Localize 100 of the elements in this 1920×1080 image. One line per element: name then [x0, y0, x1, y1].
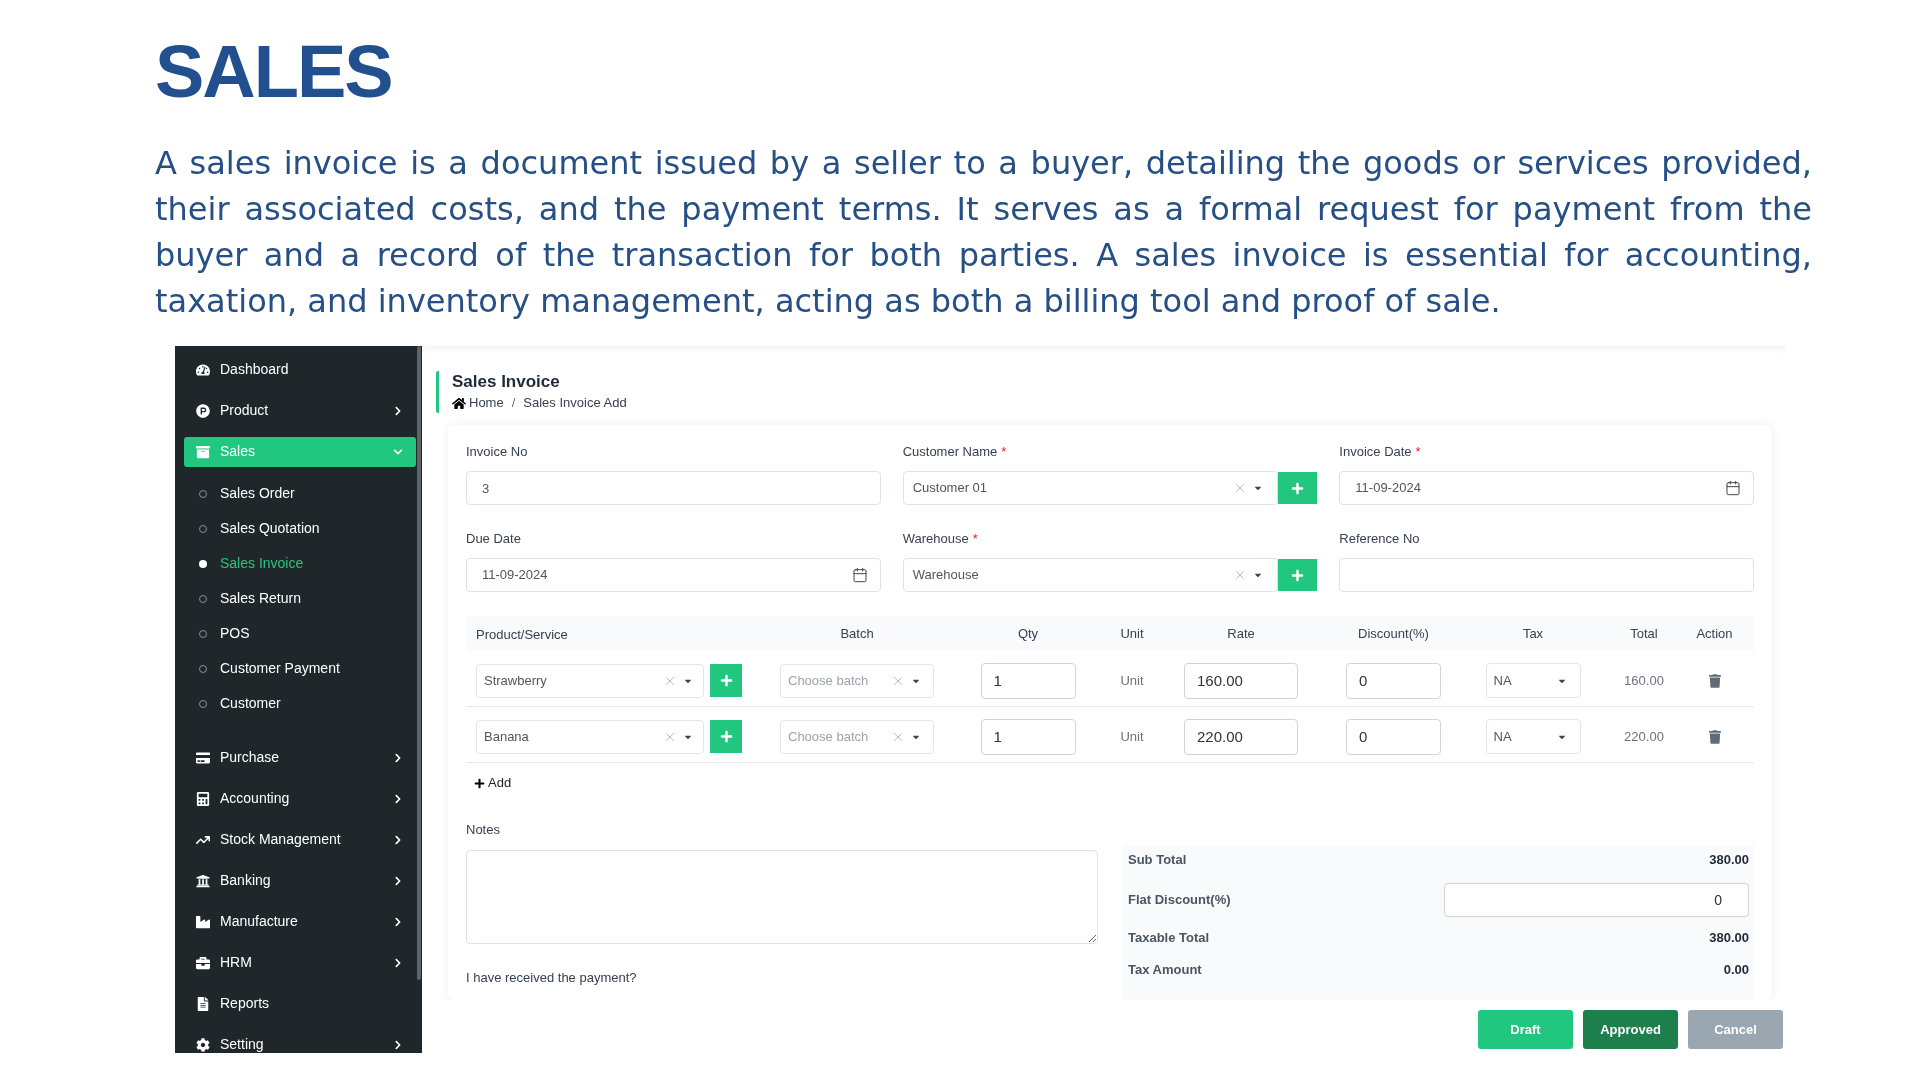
discount-input[interactable]: 0	[1346, 718, 1441, 755]
field-label: Invoice No	[466, 443, 528, 462]
scrollbar-thumb[interactable]	[417, 346, 421, 980]
sidebar-subitem[interactable]: Sales Invoice	[184, 546, 416, 581]
archive-box-icon	[196, 444, 210, 459]
column-header: Batch	[840, 624, 874, 643]
chevron-right-icon	[393, 916, 403, 927]
total-label: Flat Discount(%)	[1128, 891, 1231, 910]
date-field[interactable]: 11-09-2024	[1339, 471, 1754, 505]
breadcrumb-separator: /	[511, 394, 516, 413]
column-header: Action	[1696, 624, 1733, 643]
product-select[interactable]: Strawberry	[476, 663, 704, 698]
calculator-icon	[196, 791, 210, 806]
total-label: Tax Amount	[1128, 961, 1202, 980]
chevron-right-icon	[393, 957, 403, 968]
plus-icon	[1291, 568, 1305, 582]
sidebar-item[interactable]: Manufacture	[184, 906, 416, 937]
payment-label: I have received the payment?	[466, 969, 637, 988]
home-icon[interactable]	[452, 396, 466, 410]
plus-icon	[1291, 481, 1305, 495]
required-mark: *	[1415, 443, 1421, 462]
sidebar-subitem[interactable]: Sales Quotation	[184, 511, 416, 546]
rate-input[interactable]: 220.00	[1184, 718, 1298, 755]
sidebar-item[interactable]: HRM	[184, 947, 416, 978]
column-header: Qty	[1017, 624, 1039, 643]
table-cell-text: 220.00	[1624, 727, 1664, 746]
sidebar-subitem[interactable]: POS	[184, 616, 416, 651]
field-label: Notes	[466, 821, 500, 840]
chevron-right-icon	[393, 875, 403, 886]
page-title: Sales Invoice	[452, 371, 560, 393]
plus-icon	[719, 730, 733, 743]
text-input[interactable]	[1339, 558, 1754, 592]
total-value: 0.00	[1723, 961, 1749, 980]
factory-icon	[196, 914, 210, 929]
action-button[interactable]: Approved	[1583, 1010, 1678, 1049]
sidebar-subitem[interactable]: Customer Payment	[184, 651, 416, 686]
tax-select[interactable]: NA	[1485, 663, 1581, 698]
description: A sales invoice is a document issued by a seller to a buyer, detailing the goods or services provided, their associated costs, and the payment terms. It serves as a formal request for payment from the buyer and a record of the transaction for both parties. A sales invoice is essential for accounting, taxation, and inventory management, acting as both a billing tool and proof of sale.	[155, 143, 1812, 322]
calendar-icon[interactable]	[851, 567, 868, 583]
discount-input[interactable]: 0	[1346, 662, 1441, 699]
sidebar-item[interactable]: Banking	[184, 865, 416, 896]
field-label: Reference No	[1339, 530, 1420, 549]
column-header: Product/Service	[476, 626, 568, 642]
required-mark: *	[972, 530, 978, 549]
gauge-icon	[196, 362, 210, 377]
briefcase-icon	[196, 955, 210, 970]
circle-p-icon	[196, 403, 210, 418]
tax-select[interactable]: NA	[1485, 719, 1581, 754]
sidebar-item[interactable]: Reports	[184, 988, 416, 1019]
total-label: Taxable Total	[1128, 929, 1210, 948]
chevron-right-icon	[393, 752, 403, 763]
document-icon	[196, 996, 210, 1011]
credit-card-icon	[196, 750, 210, 765]
sidebar-item[interactable]: Stock Management	[184, 824, 416, 855]
column-header: Rate	[1227, 624, 1255, 643]
rate-input[interactable]: 160.00	[1184, 662, 1298, 699]
total-value: 380.00	[1709, 851, 1749, 870]
breadcrumb-current: Sales Invoice Add	[523, 394, 627, 413]
required-mark: *	[1001, 443, 1007, 462]
field-label: Due Date	[466, 530, 521, 549]
field-label: Customer Name	[902, 443, 998, 462]
sidebar-item[interactable]: Dashboard	[184, 354, 416, 385]
field-label: Invoice Date	[1339, 443, 1412, 462]
calendar-icon[interactable]	[1725, 480, 1741, 496]
sidebar-subitem[interactable]: Customer	[184, 686, 416, 721]
page-heading: SALES	[155, 32, 392, 112]
bank-icon	[196, 873, 210, 888]
chevron-right-icon	[393, 405, 403, 416]
chevron-down-icon	[393, 446, 403, 457]
quantity-input[interactable]: 1	[980, 718, 1076, 755]
column-header: Total	[1630, 624, 1658, 643]
trash-icon[interactable]	[1708, 673, 1721, 688]
breadcrumb-link[interactable]: Home	[469, 393, 504, 413]
quantity-input[interactable]: 1	[980, 662, 1076, 699]
trash-icon[interactable]	[1708, 729, 1721, 744]
sidebar-item[interactable]: Product	[184, 395, 416, 426]
select-field[interactable]: Warehouse	[902, 558, 1279, 592]
notes-field[interactable]	[466, 850, 1098, 944]
add-row-link[interactable]: Add	[474, 773, 512, 793]
column-header: Tax	[1522, 624, 1544, 643]
chevron-right-icon	[393, 793, 403, 804]
chevron-right-icon	[393, 834, 403, 845]
sidebar-item[interactable]: Accounting	[184, 783, 416, 814]
table-cell-text: Unit	[1120, 727, 1144, 746]
product-select[interactable]: Banana	[476, 719, 704, 754]
sidebar-subitem[interactable]: Sales Order	[184, 476, 416, 511]
sidebar-item[interactable]: Setting	[184, 1029, 416, 1053]
chevron-right-icon	[393, 1039, 403, 1050]
total-value: 380.00	[1709, 929, 1749, 948]
total-label: Sub Total	[1128, 851, 1187, 870]
sidebar-item[interactable]: Purchase	[184, 742, 416, 773]
flat-discount-input[interactable]: 0	[1444, 883, 1749, 917]
settings-icon	[196, 1037, 210, 1052]
select-field[interactable]: Customer 01	[902, 471, 1279, 505]
table-cell-text: 160.00	[1624, 671, 1664, 690]
table-cell-text: Unit	[1120, 671, 1144, 690]
date-field[interactable]: 11-09-2024	[466, 558, 881, 592]
column-header: Unit	[1120, 624, 1144, 643]
text-input[interactable]: 3	[466, 471, 881, 505]
sidebar-subitem[interactable]: Sales Return	[184, 581, 416, 616]
